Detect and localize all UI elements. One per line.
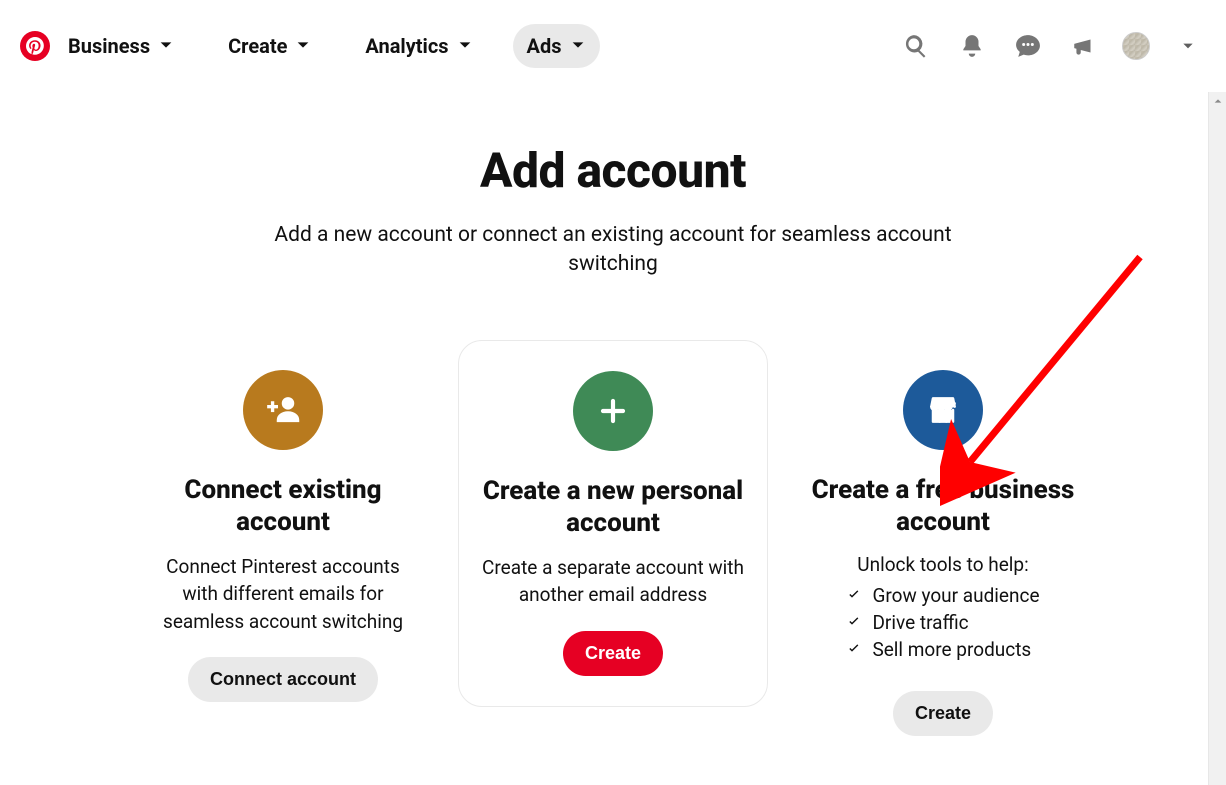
top-nav: Business Create Analytics Ads [0,0,1226,92]
business-checklist: Unlock tools to help: Grow your audience… [846,553,1039,665]
nav-ads[interactable]: Ads [513,24,600,68]
card-create-personal: Create a new personal account Create a s… [458,340,768,707]
bell-icon[interactable] [954,28,990,64]
plus-icon [573,371,653,451]
page-subtitle: Add a new account or connect an existing… [263,221,963,280]
chevron-down-icon [457,34,473,58]
chevron-down-icon [295,34,311,58]
card-desc: Create a separate account with another e… [475,554,751,609]
card-title: Create a new personal account [475,475,751,540]
card-connect-existing: Connect existing account Connect Pintere… [128,340,438,733]
nav-label: Ads [527,34,562,58]
top-nav-right [898,28,1206,64]
checklist-item: Drive traffic [846,611,1039,634]
nav-label: Create [228,34,287,58]
messages-icon[interactable] [1010,28,1046,64]
scrollbar[interactable] [1208,92,1226,785]
chevron-down-icon [158,34,174,58]
megaphone-icon[interactable] [1066,28,1102,64]
card-create-business: Create a free business account Unlock to… [788,340,1098,766]
checklist-label: Grow your audience [872,584,1039,607]
cards-row: Connect existing account Connect Pintere… [0,340,1226,766]
check-icon [846,641,862,657]
create-personal-button[interactable]: Create [563,631,663,676]
nav-analytics[interactable]: Analytics [351,24,486,68]
nav-create[interactable]: Create [214,24,325,68]
check-icon [846,587,862,603]
create-business-button[interactable]: Create [893,691,993,736]
top-nav-left: Business Create Analytics Ads [20,24,600,68]
check-icon [846,614,862,630]
checklist-intro: Unlock tools to help: [846,553,1039,576]
avatar[interactable] [1122,32,1150,60]
checklist-label: Drive traffic [872,611,968,634]
card-title: Create a free business account [804,474,1082,539]
account-chevron-down-icon[interactable] [1170,28,1206,64]
connect-account-button[interactable]: Connect account [188,657,378,702]
nav-business[interactable]: Business [60,24,188,68]
scroll-up-icon[interactable] [1209,92,1226,110]
nav-label: Business [68,34,150,58]
checklist-item: Grow your audience [846,584,1039,607]
checklist-label: Sell more products [872,638,1031,661]
card-title: Connect existing account [144,474,422,539]
storefront-icon [903,370,983,450]
page-title: Add account [0,142,1226,199]
person-add-icon [243,370,323,450]
main: Add account Add a new account or connect… [0,92,1226,766]
nav-label: Analytics [365,34,448,58]
card-desc: Connect Pinterest accounts with differen… [144,553,422,636]
checklist-item: Sell more products [846,638,1039,661]
search-icon[interactable] [898,28,934,64]
pinterest-logo-icon[interactable] [20,31,50,61]
chevron-down-icon [570,34,586,58]
